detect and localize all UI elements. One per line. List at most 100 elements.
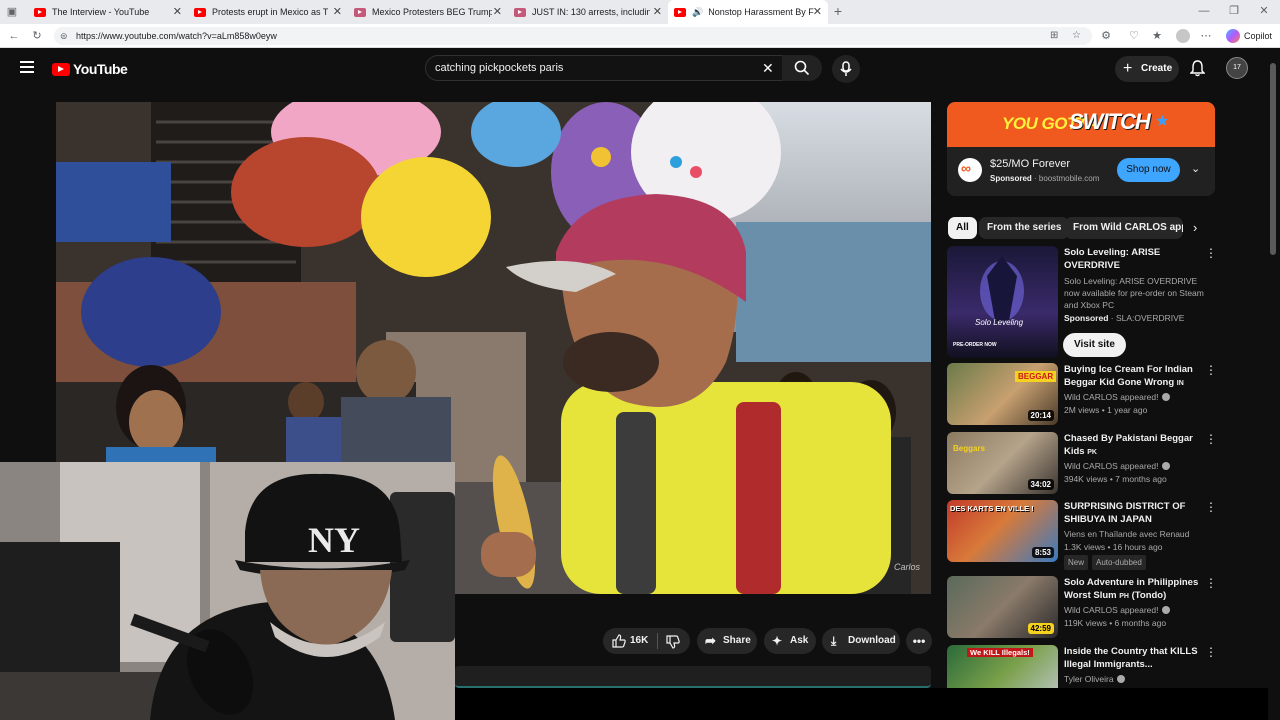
copilot-label[interactable]: Copilot <box>1244 31 1272 41</box>
account-avatar[interactable]: 17 <box>1226 57 1248 79</box>
favorites-icon[interactable]: ★ <box>1151 30 1163 42</box>
channel-name[interactable]: Wild CARLOS appeared! <box>1064 391 1170 404</box>
more-options-icon[interactable]: ⋮ <box>1205 576 1217 590</box>
browser-tab-title: Mexico Protesters BEG Trump to <box>372 7 492 17</box>
sponsored-recommendation[interactable]: Solo Leveling PRE-ORDER NOW Solo Levelin… <box>947 246 1217 358</box>
browser-tab-4[interactable]: JUST IN: 130 arrests, including M ✕ <box>508 0 668 24</box>
download-icon: ⤓ <box>831 634 837 648</box>
create-button[interactable]: + Create <box>1115 56 1179 82</box>
close-tab-icon[interactable]: ✕ <box>173 5 182 18</box>
recommended-video[interactable]: 42:59 Solo Adventure in Philippines Wors… <box>947 576 1217 638</box>
video-title[interactable]: Inside the Country that KILLS Illegal Im… <box>1064 645 1202 671</box>
more-actions-button[interactable]: ••• <box>906 628 932 654</box>
site-info-icon[interactable]: ⊜ <box>60 27 68 45</box>
close-tab-icon[interactable]: ✕ <box>653 5 662 18</box>
video-description-box[interactable] <box>455 666 931 688</box>
more-options-icon[interactable]: ⋮ <box>1205 363 1217 377</box>
channel-name[interactable]: Wild CARLOS appeared! <box>1064 460 1170 473</box>
channel-name[interactable]: Tyler Oliveira <box>1064 673 1125 686</box>
more-options-icon[interactable]: ⋮ <box>1205 432 1217 446</box>
close-tab-icon[interactable]: ✕ <box>333 5 342 18</box>
minimize-icon[interactable]: — <box>1198 5 1210 17</box>
maximize-icon[interactable]: ❐ <box>1228 5 1240 17</box>
voice-search-button[interactable] <box>832 55 860 83</box>
search-input[interactable]: catching pickpockets paris ✕ <box>425 55 783 81</box>
browser-essentials-icon[interactable]: ♡ <box>1128 30 1140 42</box>
close-tab-icon[interactable]: ✕ <box>813 5 822 18</box>
video-thumbnail[interactable]: 42:59 <box>947 576 1058 638</box>
chip-from-the-series[interactable]: From the series <box>979 217 1070 239</box>
country-flag: IN <box>1176 380 1184 387</box>
scrollbar-thumb[interactable] <box>1270 63 1276 255</box>
favorite-star-icon[interactable]: ☆ <box>1072 27 1081 45</box>
video-duration: 42:59 <box>1027 623 1054 634</box>
chevron-down-icon[interactable]: ⌄ <box>1191 162 1200 175</box>
profile-avatar[interactable] <box>1176 29 1190 43</box>
visit-site-button[interactable]: Visit site <box>1063 333 1126 357</box>
dislike-thumb-icon[interactable] <box>666 635 680 649</box>
video-thumbnail[interactable]: Solo Leveling PRE-ORDER NOW <box>947 246 1058 358</box>
audio-playing-icon[interactable]: 🔊 <box>692 7 703 18</box>
search-query-text: catching pickpockets paris <box>435 62 564 74</box>
video-title[interactable]: Buying Ice Cream For Indian Beggar Kid G… <box>1064 363 1202 390</box>
like-thumb-icon[interactable] <box>612 634 626 648</box>
video-title[interactable]: Chased By Pakistani Beggar Kids PK <box>1064 432 1202 459</box>
menu-hamburger-icon[interactable] <box>20 61 34 73</box>
video-thumbnail[interactable]: DES KARTS EN VILLE ! 8:53 <box>947 500 1058 562</box>
chip-from-channel[interactable]: From Wild CARLOS appe <box>1065 217 1183 239</box>
like-count[interactable]: 16K <box>630 628 648 654</box>
reload-icon[interactable]: ↻ <box>31 30 43 42</box>
close-window-icon[interactable]: ✕ <box>1258 5 1270 17</box>
browser-tab-5-active[interactable]: 🔊 Nonstop Harassment By Filip ✕ <box>668 0 828 24</box>
browser-tab-bar: ▣ The Interview - YouTube ✕ Protests eru… <box>0 0 1280 24</box>
youtube-favicon-icon <box>514 7 526 17</box>
video-thumbnail[interactable]: We KILL Illegals! <box>947 645 1058 688</box>
ask-button[interactable]: ✦ Ask <box>764 628 816 654</box>
ad-title: $25/MO Forever <box>990 158 1071 170</box>
recommended-video[interactable]: Beggars 34:02 Chased By Pakistani Beggar… <box>947 432 1217 494</box>
more-options-icon[interactable]: ⋮ <box>1205 500 1217 514</box>
shop-now-button[interactable]: Shop now <box>1117 158 1180 182</box>
svg-text:NY: NY <box>308 520 360 560</box>
more-menu-icon[interactable]: ⋯ <box>1200 30 1212 42</box>
sponsored-ad-card[interactable]: YOU GOTTA SWITCH ★ ∞ $25/MO Forever Spon… <box>947 102 1215 196</box>
recommended-video[interactable]: DES KARTS EN VILLE ! 8:53 SURPRISING DIS… <box>947 500 1217 570</box>
video-thumbnail[interactable]: Beggars 34:02 <box>947 432 1058 494</box>
channel-name[interactable]: Wild CARLOS appeared! <box>1064 604 1170 617</box>
app-available-icon[interactable]: ⊞ <box>1050 27 1058 45</box>
search-button[interactable] <box>782 55 822 81</box>
ad-banner[interactable]: YOU GOTTA SWITCH ★ <box>947 102 1215 147</box>
download-button[interactable]: ⤓ Download <box>822 628 900 654</box>
copilot-icon[interactable] <box>1226 29 1240 43</box>
extensions-icon[interactable]: ⚙ <box>1100 30 1112 42</box>
video-title[interactable]: SURPRISING DISTRICT OF SHIBUYA IN JAPAN <box>1064 500 1202 526</box>
more-options-icon[interactable]: ⋮ <box>1205 246 1217 260</box>
chevron-right-icon[interactable]: › <box>1193 220 1197 235</box>
browser-tab-title: JUST IN: 130 arrests, including M <box>532 7 650 17</box>
url-field[interactable]: ⊜ https://www.youtube.com/watch?v=aLm858… <box>54 27 1092 45</box>
chip-all[interactable]: All <box>948 217 977 239</box>
browser-tab-3[interactable]: Mexico Protesters BEG Trump to ✕ <box>348 0 508 24</box>
video-title[interactable]: Solo Adventure in Philippines Worst Slum… <box>1064 576 1202 603</box>
clear-search-icon[interactable]: ✕ <box>762 56 774 80</box>
notifications-bell-icon[interactable] <box>1190 60 1205 77</box>
verified-icon <box>1161 393 1170 401</box>
browser-tab-1[interactable]: The Interview - YouTube ✕ <box>28 0 188 24</box>
browser-tab-title: Protests erupt in Mexico as Trump <box>212 7 328 17</box>
browser-tab-2[interactable]: Protests erupt in Mexico as Trump ✕ <box>188 0 348 24</box>
close-tab-icon[interactable]: ✕ <box>493 5 502 18</box>
video-thumbnail[interactable]: BEGGAR 20:14 <box>947 363 1058 425</box>
more-options-icon[interactable]: ⋮ <box>1205 645 1217 659</box>
video-title[interactable]: Solo Leveling: ARISE OVERDRIVE <box>1064 246 1202 272</box>
back-icon[interactable]: ← <box>8 30 20 42</box>
channel-name[interactable]: Viens en Thaïlande avec Renaud <box>1064 528 1189 541</box>
new-tab-icon[interactable]: + <box>832 4 844 18</box>
youtube-logo[interactable]: YouTube <box>52 61 128 77</box>
recommended-video[interactable]: We KILL Illegals! Inside the Country tha… <box>947 645 1217 688</box>
recommended-video[interactable]: BEGGAR 20:14 Buying Ice Cream For Indian… <box>947 363 1217 425</box>
youtube-header: YouTube catching pickpockets paris ✕ + C… <box>0 48 1268 90</box>
share-button[interactable]: ➦ Share <box>697 628 757 654</box>
country-flag: PK <box>1087 449 1097 456</box>
tab-actions-icon[interactable]: ▣ <box>6 6 18 18</box>
download-label: Download <box>848 635 896 646</box>
